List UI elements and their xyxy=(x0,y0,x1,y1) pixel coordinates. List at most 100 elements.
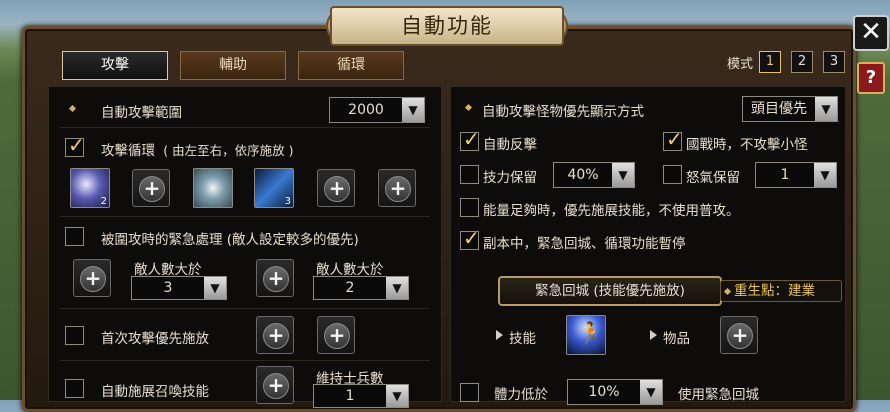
hp-low-checkbox[interactable] xyxy=(460,383,479,402)
chevron-down-icon: ▼ xyxy=(612,163,634,187)
skill-slot-4-count: 3 xyxy=(284,196,291,207)
skill-slot-1-count: 2 xyxy=(100,196,107,207)
enemy-count-value-2: 2 xyxy=(345,280,355,296)
emergency-return-banner: 緊急回城 (技能優先施放) xyxy=(498,276,722,306)
running-figure-icon: 🏃 xyxy=(577,322,605,347)
mode-label: 模式 xyxy=(727,57,754,72)
skill-reserve-label: 技力保留 xyxy=(483,170,537,186)
skill-reserve-checkbox[interactable] xyxy=(460,165,479,184)
skill-slot-1[interactable]: 2 xyxy=(70,168,110,208)
item-arrow-icon xyxy=(650,330,657,340)
plus-icon: + xyxy=(727,323,753,349)
cycle-checkbox[interactable]: ✓ xyxy=(65,133,85,157)
range-label: 自動攻擊範圍 xyxy=(101,105,182,121)
first-attack-label: 首次攻擊優先施放 xyxy=(101,331,209,347)
skill-slot-3[interactable] xyxy=(193,168,233,208)
emergency-skill-label: 技能 xyxy=(509,331,536,347)
divider xyxy=(60,127,430,128)
plus-icon: + xyxy=(324,323,350,349)
add-skill-button[interactable]: + xyxy=(132,169,170,207)
chevron-down-icon: ▼ xyxy=(204,277,226,299)
chevron-down-icon: ▼ xyxy=(386,277,408,299)
enemy-count-label-2: 敵人數大於 xyxy=(316,262,384,278)
rage-reserve-label: 怒氣保留 xyxy=(686,170,740,186)
add-skill-button[interactable]: + xyxy=(256,259,294,297)
rage-reserve-value: 1 xyxy=(780,167,790,183)
enemy-count-dropdown-1[interactable]: 3 ▼ xyxy=(131,276,227,300)
surrounded-checkbox[interactable] xyxy=(65,227,84,246)
mode-button-3[interactable]: 3 xyxy=(823,51,845,73)
emergency-skill-slot[interactable]: 🏃 xyxy=(566,315,606,355)
add-skill-button[interactable]: + xyxy=(256,316,294,354)
divider xyxy=(60,308,430,309)
energy-priority-checkbox[interactable] xyxy=(460,198,479,217)
enemy-count-label-1: 敵人數大於 xyxy=(134,262,202,278)
add-skill-button[interactable]: + xyxy=(73,259,111,297)
checkmark-icon: ✓ xyxy=(68,133,85,157)
help-button[interactable]: ? xyxy=(857,62,885,94)
plus-icon: + xyxy=(80,266,106,292)
window-title: 自動功能 xyxy=(330,6,564,46)
cycle-hint: ( 由左至右，依序施放 ) xyxy=(163,143,294,158)
dungeon-pause-checkbox[interactable]: ✓ xyxy=(460,226,480,250)
energy-priority-label: 能量足夠時，優先施展技能，不使用普攻。 xyxy=(483,203,740,219)
add-skill-button[interactable]: + xyxy=(256,366,294,404)
add-skill-button[interactable]: + xyxy=(378,169,416,207)
surrounded-label: 被圍攻時的緊急處理 (敵人設定較多的優先) xyxy=(101,232,359,248)
range-value: 2000 xyxy=(348,102,384,118)
plus-icon: + xyxy=(324,176,350,202)
add-skill-button[interactable]: + xyxy=(317,316,355,354)
chevron-down-icon: ▼ xyxy=(815,97,837,121)
nation-war-checkbox[interactable]: ✓ xyxy=(663,127,683,151)
skill-reserve-value: 40% xyxy=(567,167,599,183)
plus-icon: + xyxy=(263,373,289,399)
question-icon: ? xyxy=(865,67,877,88)
range-dropdown[interactable]: 2000 ▼ xyxy=(329,97,425,123)
enemy-count-value-1: 3 xyxy=(163,280,173,296)
chevron-down-icon: ▼ xyxy=(386,385,408,407)
add-skill-button[interactable]: + xyxy=(317,169,355,207)
first-attack-checkbox[interactable] xyxy=(65,326,84,345)
counter-attack-checkbox[interactable]: ✓ xyxy=(460,127,480,151)
enemy-count-dropdown-2[interactable]: 2 ▼ xyxy=(313,276,409,300)
skill-slot-4[interactable]: 3 xyxy=(254,168,294,208)
counter-attack-label: 自動反擊 xyxy=(483,137,537,153)
plus-icon: + xyxy=(385,176,411,202)
chevron-down-icon: ▼ xyxy=(640,380,662,404)
add-item-button[interactable]: + xyxy=(720,316,758,354)
close-button[interactable]: ✕ xyxy=(853,15,889,51)
divider xyxy=(60,360,430,361)
cycle-label: 攻擊循環 ( 由左至右，依序施放 ) xyxy=(101,139,294,159)
maintain-soldiers-dropdown[interactable]: 1 ▼ xyxy=(313,384,409,408)
divider xyxy=(60,216,430,217)
rage-reserve-dropdown[interactable]: 1 ▼ xyxy=(755,162,837,188)
use-emergency-return-label: 使用緊急回城 xyxy=(678,387,759,403)
close-icon: ✕ xyxy=(860,17,882,47)
summon-checkbox[interactable] xyxy=(65,379,84,398)
tab-cycle[interactable]: 循環 xyxy=(298,51,404,80)
plus-icon: + xyxy=(263,266,289,292)
cycle-title: 攻擊循環 xyxy=(101,143,155,159)
chevron-down-icon: ▼ xyxy=(402,98,424,122)
tab-assist[interactable]: 輔助 xyxy=(180,51,286,80)
hp-low-dropdown[interactable]: 10% ▼ xyxy=(567,379,663,405)
checkmark-icon: ✓ xyxy=(463,226,480,250)
skill-reserve-dropdown[interactable]: 40% ▼ xyxy=(553,162,635,188)
emergency-item-label: 物品 xyxy=(663,331,690,347)
chevron-down-icon: ▼ xyxy=(814,163,836,187)
rage-reserve-checkbox[interactable] xyxy=(663,165,682,184)
hp-low-label: 體力低於 xyxy=(494,387,548,403)
mode-button-1[interactable]: 1 xyxy=(759,51,781,73)
nation-war-label: 國戰時，不攻擊小怪 xyxy=(686,137,808,153)
tab-attack[interactable]: 攻擊 xyxy=(62,51,168,80)
skill-arrow-icon xyxy=(496,330,503,340)
plus-icon: + xyxy=(263,323,289,349)
monster-display-value: 頭目優先 xyxy=(751,101,807,117)
monster-display-label: 自動攻擊怪物優先顯示方式 xyxy=(482,104,644,120)
dungeon-pause-label: 副本中，緊急回城、循環功能暫停 xyxy=(483,236,686,252)
mode-button-2[interactable]: 2 xyxy=(791,51,813,73)
summon-label: 自動施展召喚技能 xyxy=(101,384,209,400)
respawn-point-label: 重生點：建業 xyxy=(734,283,815,299)
monster-display-dropdown[interactable]: 頭目優先 ▼ xyxy=(742,96,838,122)
plus-icon: + xyxy=(139,176,165,202)
